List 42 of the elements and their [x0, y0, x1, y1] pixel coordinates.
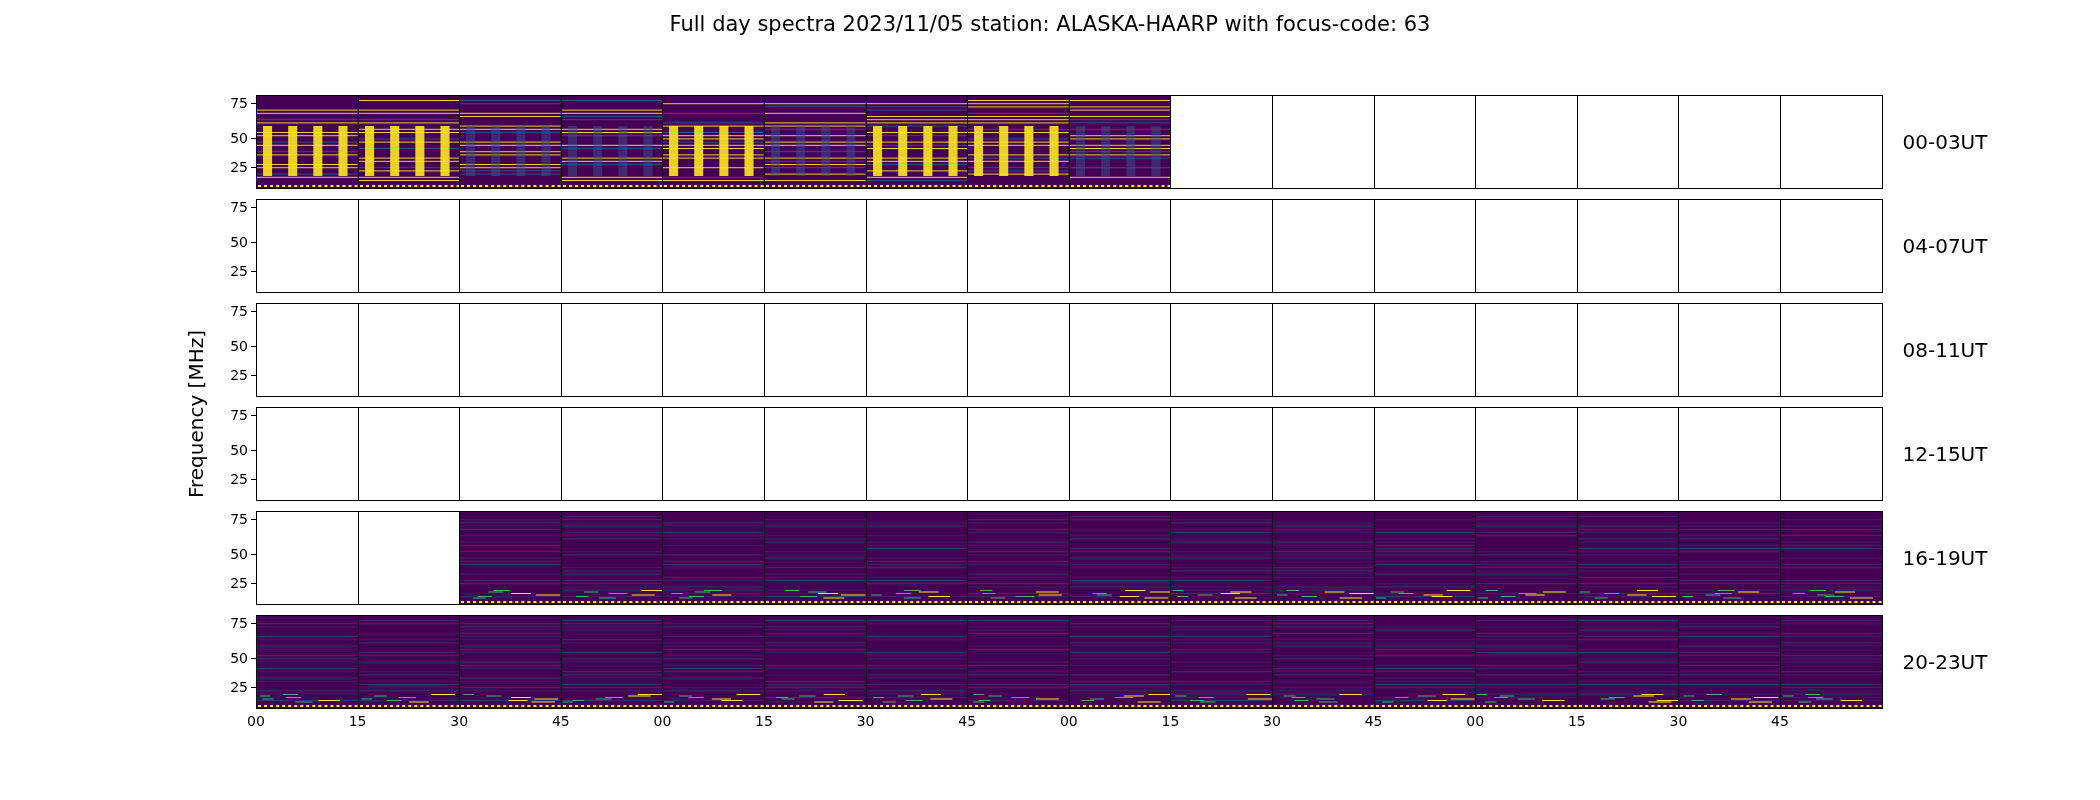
y-tick-label: 25: [230, 576, 248, 591]
row-label: 20-23UT: [1902, 650, 1988, 674]
y-tick-label: 25: [230, 368, 248, 383]
y-tick-label: 50: [230, 131, 248, 146]
row-label: 00-03UT: [1902, 130, 1988, 154]
row-label: 08-11UT: [1902, 338, 1988, 362]
y-tick-label: 25: [230, 472, 248, 487]
y-tick-label: 50: [230, 547, 248, 562]
y-tick-label: 25: [230, 264, 248, 279]
y-tick-label: 25: [230, 160, 248, 175]
row-label: 16-19UT: [1902, 546, 1988, 570]
x-tick-label: 00: [1466, 713, 1485, 729]
x-tick-label: 30: [1669, 713, 1688, 729]
x-tick-label: 00: [1059, 713, 1078, 729]
x-tick-label: 15: [755, 713, 773, 729]
y-tick-label: 25: [230, 680, 248, 695]
y-tick-label: 75: [230, 616, 248, 631]
y-tick-label: 50: [230, 443, 248, 458]
y-tick-label: 50: [230, 339, 248, 354]
x-tick-label: 45: [1364, 713, 1383, 729]
y-tick-label: 50: [230, 651, 248, 666]
y-tick-label: 75: [230, 200, 248, 215]
x-tick-label: 30: [450, 713, 469, 729]
y-tick-label: 75: [230, 408, 248, 423]
x-tick-label: 15: [1161, 713, 1180, 729]
x-tick-label: 00: [247, 713, 265, 729]
y-tick-label: 50: [230, 235, 248, 250]
x-tick-label: 45: [1771, 713, 1789, 729]
x-tick-label: 15: [348, 713, 367, 729]
x-tick-label: 45: [551, 713, 570, 729]
row-label: 12-15UT: [1902, 442, 1988, 466]
x-tick-label: 15: [1567, 713, 1586, 729]
y-axis-label: Frequency [MHz]: [184, 329, 208, 499]
x-tick-label: 45: [958, 713, 977, 729]
y-tick-label: 75: [230, 96, 248, 111]
y-tick-label: 75: [230, 304, 248, 319]
x-tick-label: 30: [856, 713, 875, 729]
figure-title: Full day spectra 2023/11/05 station: ALASKA-HAARP with focus-code: 63: [669, 12, 1431, 36]
row-label: 04-07UT: [1902, 234, 1988, 258]
x-tick-label: 30: [1263, 713, 1281, 729]
x-tick-label: 00: [653, 713, 672, 729]
y-tick-label: 75: [230, 512, 248, 527]
